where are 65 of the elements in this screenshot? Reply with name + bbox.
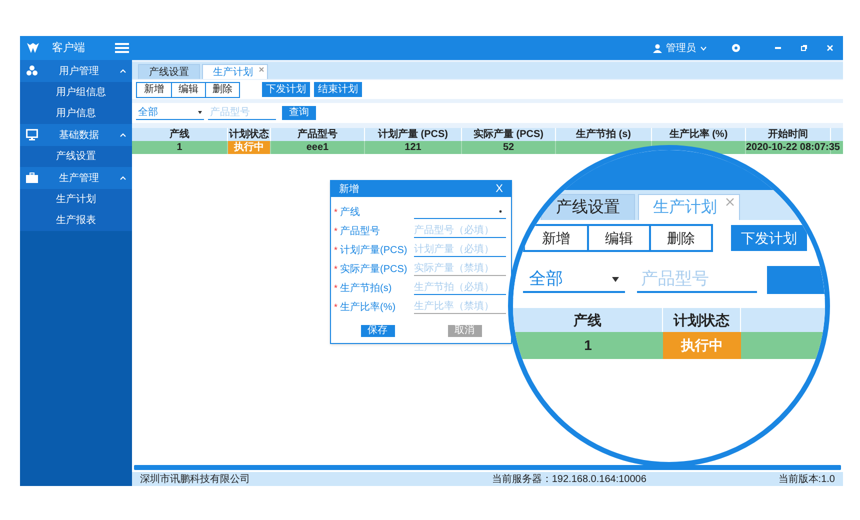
app-title: 客户端 <box>52 40 85 56</box>
table-cell: eee1 <box>271 141 365 154</box>
server-address: 当前服务器：192.168.0.164:10006 <box>492 472 646 486</box>
sidebar-item[interactable]: 生产报表 <box>20 210 132 231</box>
user-icon <box>653 44 662 52</box>
sidebar-item[interactable]: 生产计划 <box>20 189 132 210</box>
version-label: 当前版本:1.0 <box>778 472 835 486</box>
required-mark: * <box>334 208 339 216</box>
required-mark: * <box>334 264 339 274</box>
search-field[interactable]: 产品型号 <box>208 106 276 120</box>
input-field[interactable]: 产品型号（必填） <box>414 224 506 238</box>
table-row[interactable]: 1 执行中 <box>513 332 825 359</box>
input-field: 实际产量（禁填） <box>414 262 506 276</box>
field-label: 产品型号 <box>340 224 381 238</box>
dialog-title: 新增 <box>339 182 359 196</box>
save-button[interactable]: 保存 <box>360 325 394 337</box>
people-icon <box>26 65 38 77</box>
select-field[interactable]: 全部 <box>523 267 625 293</box>
input-field: 生产比率（禁填） <box>414 300 506 314</box>
settings-icon[interactable] <box>731 43 741 53</box>
tab[interactable]: 产线设置 <box>541 194 635 220</box>
field-label: 计划产量(PCS) <box>340 244 408 258</box>
required-mark: * <box>334 284 339 292</box>
briefcase-icon <box>26 172 38 184</box>
search-field[interactable]: 产品型号 <box>636 267 757 293</box>
close-icon[interactable] <box>259 67 264 72</box>
user-menu-button[interactable]: 管理员 <box>653 40 707 56</box>
sidebar-group[interactable]: 基础数据 <box>20 124 132 146</box>
table-cell-text: 1 <box>583 336 593 355</box>
caret-icon <box>700 46 707 50</box>
table-row[interactable]: 1 执行中 eee1 121 52 2020-10-22 08:07:35 <box>132 141 843 154</box>
close-button[interactable]: X <box>496 180 503 198</box>
dropdown-arrow-icon <box>198 111 202 114</box>
dropdown-arrow-icon <box>612 276 619 282</box>
status-badge: 执行中 <box>663 332 741 359</box>
logo-icon <box>26 42 40 54</box>
required-mark: * <box>334 246 339 254</box>
field-label: 实际产量(PCS) <box>340 262 408 276</box>
tab[interactable]: 产线设置 <box>138 64 200 79</box>
company-name: 深圳市讯鹏科技有限公司 <box>140 472 250 486</box>
field-label: 生产节拍(s) <box>340 282 393 296</box>
sidebar-item[interactable]: 产线设置 <box>20 146 132 167</box>
field-label: 生产比率(%) <box>340 300 397 314</box>
action-button[interactable]: 下发计划 <box>731 225 807 251</box>
close-icon[interactable] <box>726 198 734 206</box>
field-label: 产线 <box>340 206 361 220</box>
action-button[interactable]: 结束计划 <box>314 82 362 97</box>
sidebar-item[interactable]: 用户组信息 <box>20 82 132 103</box>
search-button[interactable]: 查询 <box>282 106 316 120</box>
required-mark: * <box>334 226 339 236</box>
monitor-icon <box>26 129 38 141</box>
input-field[interactable]: 计划产量（必填） <box>414 243 506 257</box>
table-cell: 121 <box>365 141 462 154</box>
required-mark: * <box>334 302 339 312</box>
sidebar-group[interactable]: 用户管理 <box>20 60 132 82</box>
sidebar-item[interactable]: 用户信息 <box>20 103 132 124</box>
status-badge: 执行中 <box>228 141 271 154</box>
restore-icon[interactable] <box>801 45 807 51</box>
input-field[interactable]: 生产节拍（必填） <box>414 281 506 295</box>
menu-icon[interactable] <box>115 42 129 54</box>
minimize-icon[interactable] <box>775 46 781 50</box>
action-button[interactable]: 下发计划 <box>262 82 310 97</box>
select-field[interactable]: 全部 <box>136 106 204 120</box>
sidebar-group[interactable]: 生产管理 <box>20 167 132 189</box>
tab[interactable]: 生产计划 <box>202 64 268 79</box>
